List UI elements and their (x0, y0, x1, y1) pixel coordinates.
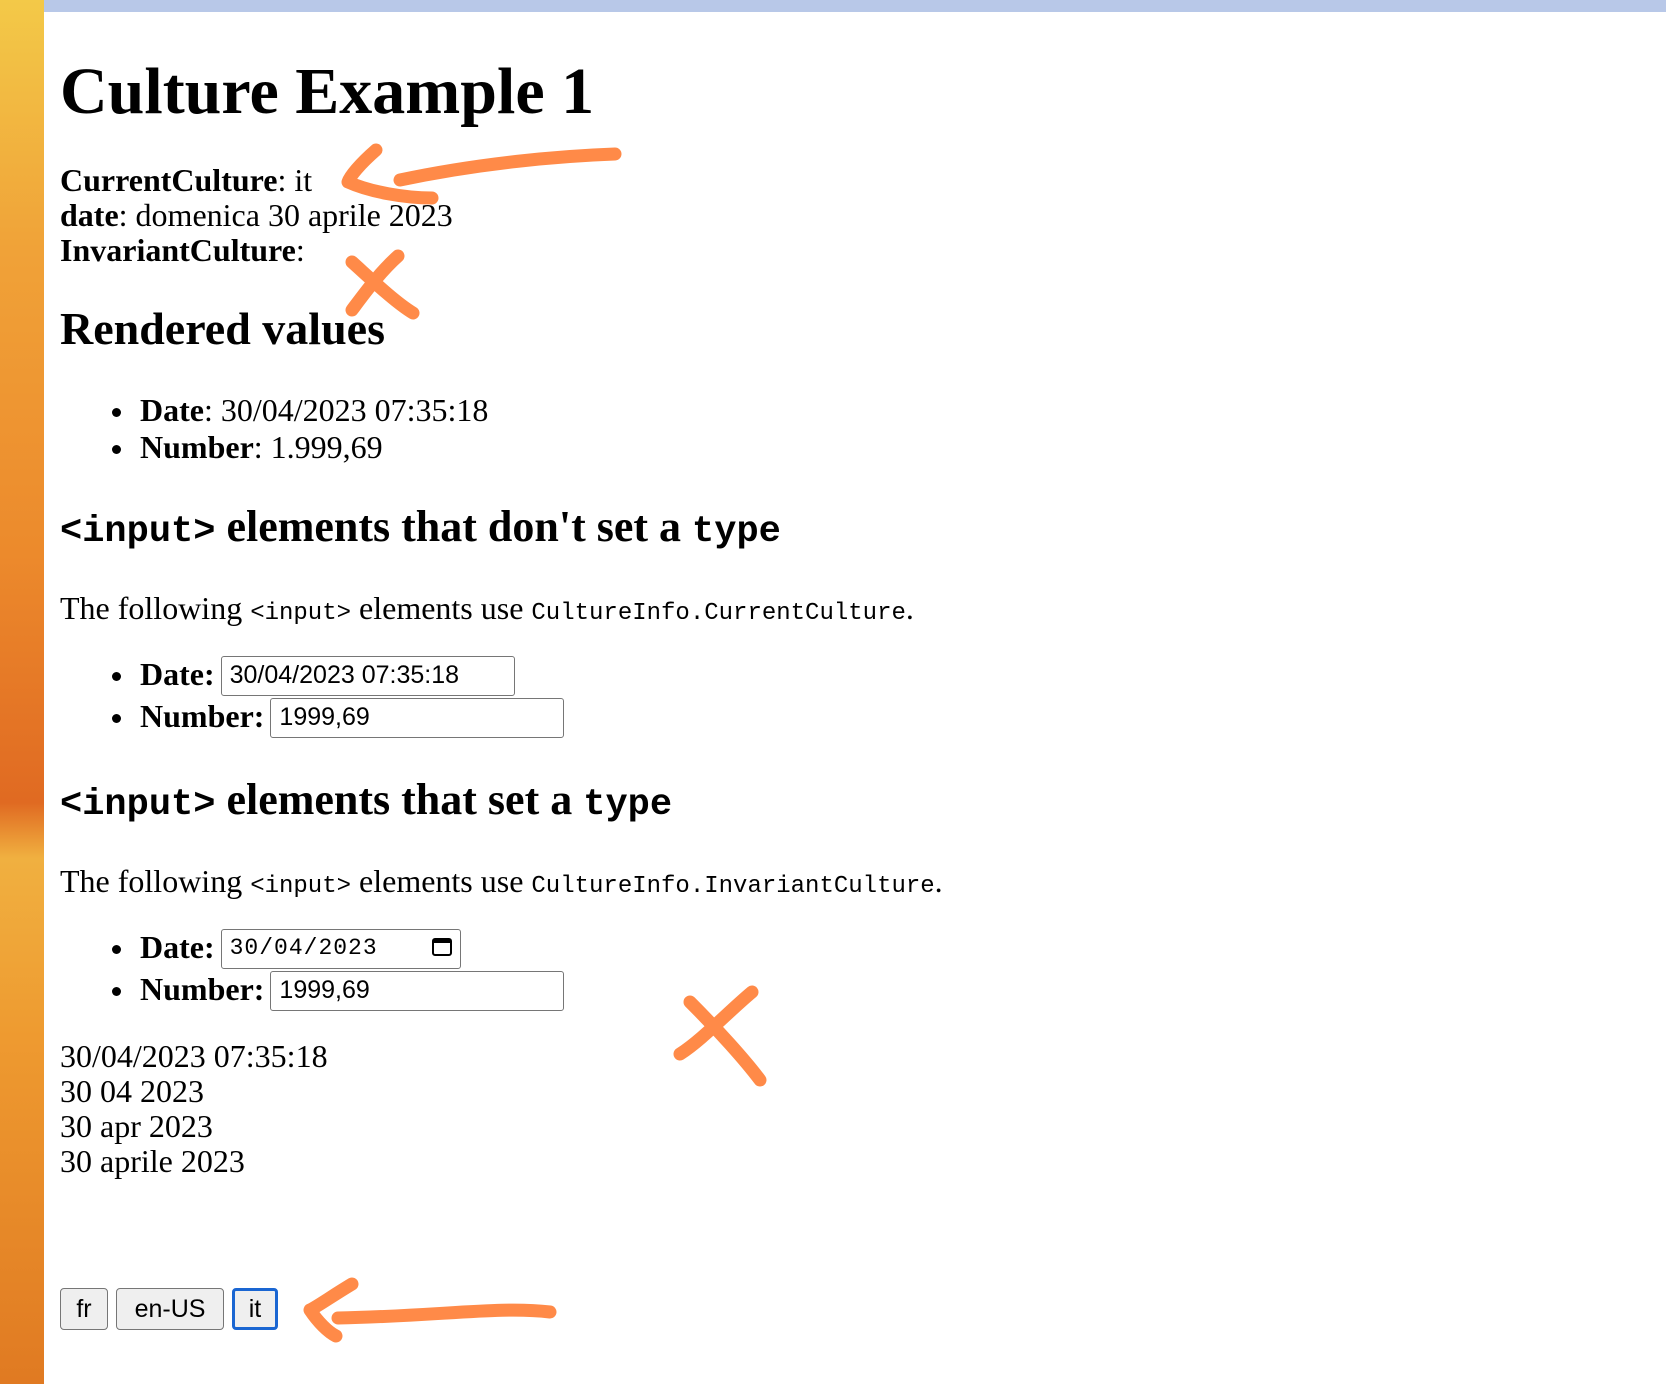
browser-top-bar (0, 0, 1666, 12)
current-culture-value: : it (277, 162, 313, 198)
typed-inputs-heading: <input> elements that set a type (60, 773, 672, 832)
date-value: : domenica 30 aprile 2023 (118, 197, 453, 233)
para-prefix: The following (60, 863, 251, 899)
typed-inputs-list: Date: 30/04/2023 Number: 1999,69 (60, 927, 565, 1011)
culture-button-it[interactable]: it (232, 1288, 278, 1330)
para-code: <input> (250, 873, 352, 900)
list-item: Date: 30/04/2023 07:35:18 (111, 392, 489, 429)
invariant-culture-value: : (295, 232, 305, 268)
para-code: <input> (250, 600, 352, 627)
invariant-culture-label: InvariantCulture (60, 232, 296, 268)
para-suffix: . (934, 863, 943, 899)
para-mid: elements use (351, 590, 532, 626)
arrow-annotation (341, 143, 622, 205)
heading-text: elements that set a (215, 775, 584, 824)
typed-description: The following <input> elements use Cultu… (60, 862, 943, 906)
list-item: Number: 1999,69 (111, 969, 565, 1011)
heading-text: elements that don't set a (215, 502, 693, 551)
untyped-date-input[interactable]: 30/04/2023 07:35:18 (220, 655, 515, 696)
list-item: Number: 1.999,69 (111, 429, 488, 466)
untyped-inputs-heading: <input> elements that don't set a type (60, 500, 781, 559)
culture-button-en-us[interactable]: en-US (116, 1288, 224, 1330)
rendered-number-label: Number (140, 429, 254, 465)
para-mid: elements use (351, 863, 532, 899)
rendered-values-list: Date: 30/04/2023 07:35:18 Number: 1.999,… (60, 392, 488, 466)
para-culture: CultureInfo.InvariantCulture (531, 873, 935, 900)
list-item: Date: 30/04/2023 (111, 927, 564, 969)
invariant-culture-line: InvariantCulture: (60, 232, 305, 269)
untyped-inputs-list: Date: 30/04/2023 07:35:18 Number: 1999,69 (60, 654, 565, 738)
untyped-date-label: Date: (140, 656, 215, 692)
typed-date-value: 30/04/2023 (229, 934, 378, 961)
heading-code: <input> (60, 784, 216, 826)
arrow-annotation (303, 1277, 557, 1343)
typed-date-label: Date: (140, 929, 215, 965)
output-line: 30 04 2023 (60, 1073, 204, 1109)
side-color-stripe (0, 0, 44, 1384)
para-culture: CultureInfo.CurrentCulture (531, 600, 906, 627)
heading-type: type (583, 784, 673, 826)
culture-button-fr[interactable]: fr (60, 1288, 108, 1330)
rendered-values-heading: Rendered values (60, 303, 385, 354)
current-culture-label: CurrentCulture (60, 162, 278, 198)
output-line: 30 aprile 2023 (60, 1143, 245, 1179)
page-title: Culture Example 1 (60, 55, 595, 128)
untyped-description: The following <input> elements use Cultu… (60, 589, 914, 633)
heading-type: type (692, 511, 781, 553)
rendered-number-value: : 1.999,69 (253, 429, 383, 465)
x-mark-annotation (673, 985, 767, 1087)
list-item: Date: 30/04/2023 07:35:18 (111, 654, 564, 696)
current-culture-line: CurrentCulture: it (60, 162, 312, 199)
output-line: 30/04/2023 07:35:18 (60, 1038, 328, 1074)
untyped-number-input[interactable]: 1999,69 (270, 697, 565, 738)
para-suffix: . (905, 590, 914, 626)
para-prefix: The following (60, 590, 251, 626)
list-item: Number: 1999,69 (111, 696, 565, 738)
date-label: date (60, 197, 119, 233)
untyped-number-label: Number: (140, 698, 265, 734)
typed-number-input[interactable]: 1999,69 (270, 970, 565, 1011)
typed-date-input[interactable]: 30/04/2023 (220, 928, 461, 969)
rendered-date-label: Date (140, 392, 204, 428)
date-line: date: domenica 30 aprile 2023 (60, 197, 453, 234)
rendered-date-value: : 30/04/2023 07:35:18 (203, 392, 489, 428)
calendar-icon[interactable] (431, 937, 452, 956)
output-line: 30 apr 2023 (60, 1108, 213, 1144)
typed-number-label: Number: (140, 971, 265, 1007)
heading-code: <input> (60, 511, 216, 553)
